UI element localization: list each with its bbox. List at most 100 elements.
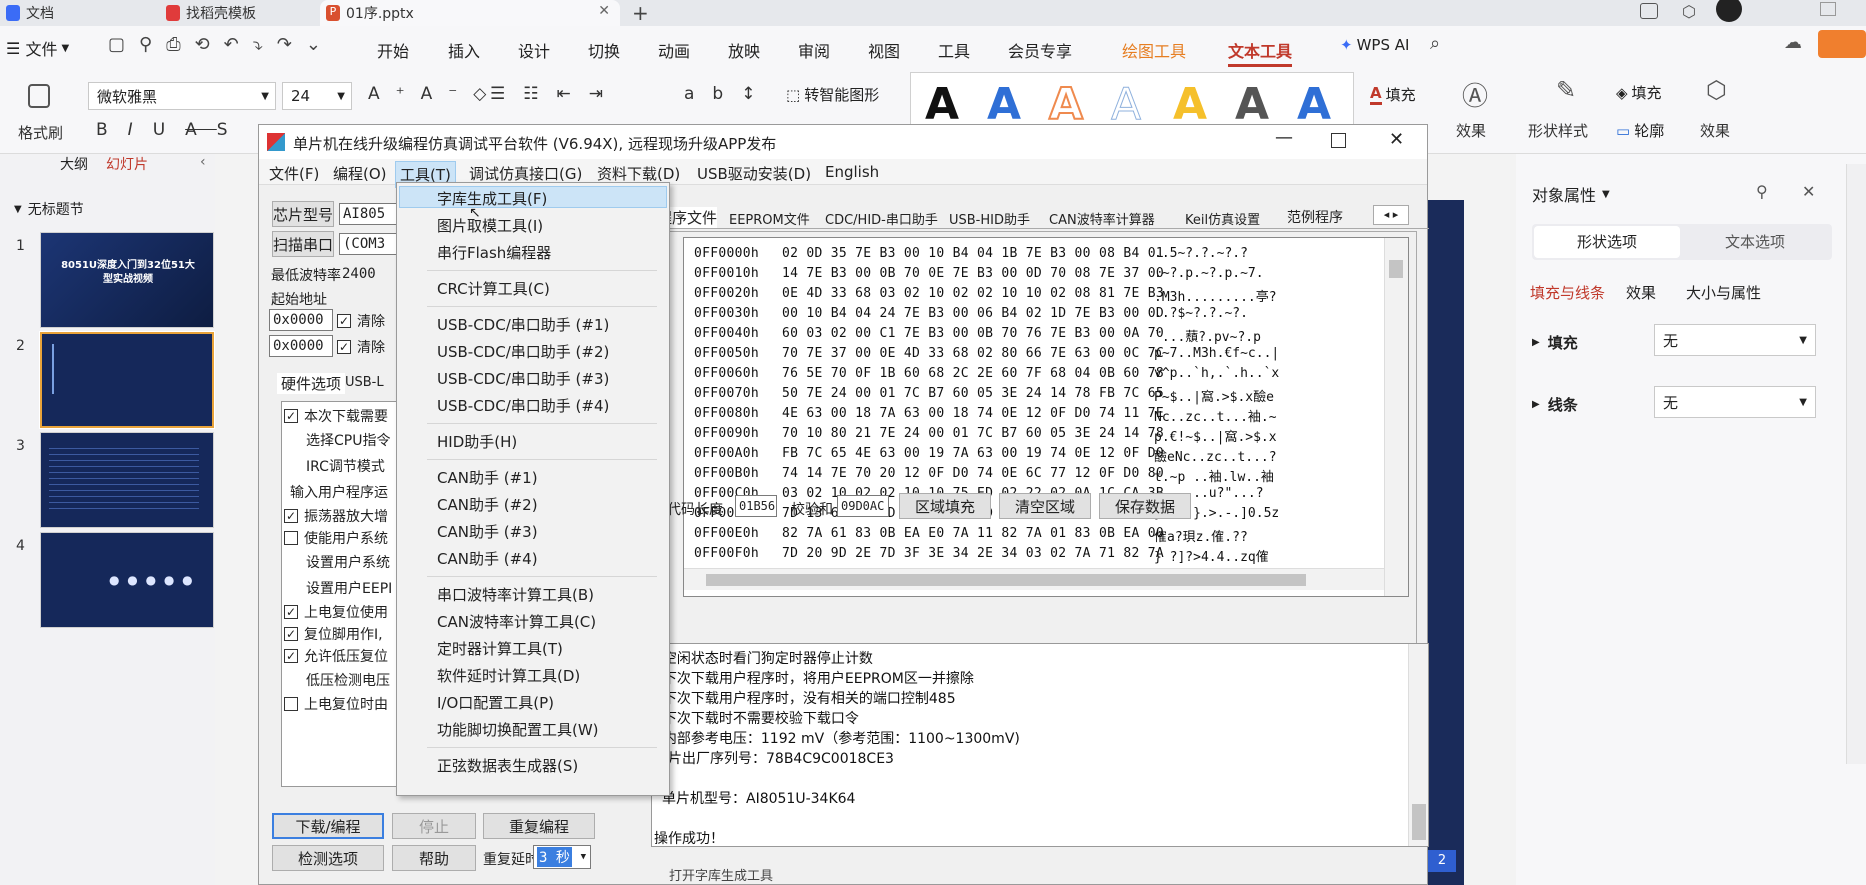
hex-row[interactable]: 0FF0040h bbox=[694, 326, 759, 341]
hex-bytes[interactable]: 60 03 02 00 C1 7E B3 00 0B 70 76 7E B3 0… bbox=[782, 326, 1164, 341]
port-field[interactable]: (COM3 bbox=[339, 233, 399, 255]
hex-bytes[interactable]: 02 0D 35 7E B3 00 10 B4 04 1B 7E B3 00 0… bbox=[782, 246, 1164, 261]
scroll-thumb[interactable] bbox=[706, 574, 1306, 586]
text-fill-button[interactable]: A 填充 bbox=[1370, 84, 1416, 105]
side-toolbar[interactable] bbox=[1846, 164, 1866, 764]
hex-ascii[interactable]: `...蘈?.pv~?.p bbox=[1154, 326, 1261, 345]
hex-row[interactable]: 0FF00E0h bbox=[694, 526, 759, 541]
option-row[interactable]: ✓ 复位脚用作I, bbox=[284, 624, 383, 644]
art-style-light-outline[interactable]: A bbox=[1110, 79, 1141, 131]
hex-row[interactable]: 0FF0090h bbox=[694, 426, 759, 441]
tab-scroll-arrows[interactable]: ◂ ▸ bbox=[1373, 205, 1409, 225]
menu-drawing-tools[interactable]: 绘图工具 bbox=[1122, 38, 1186, 62]
option-row[interactable]: ✓ 允许低压复位 bbox=[284, 646, 388, 666]
share-button[interactable] bbox=[1818, 30, 1866, 58]
hex-ascii[interactable]: .~?.p.~?.p.~7. bbox=[1154, 266, 1264, 281]
tab-examples[interactable]: 范例程序 bbox=[1287, 207, 1343, 227]
checkbox-icon[interactable]: ✓ bbox=[284, 627, 298, 641]
minimize-icon[interactable]: — bbox=[1275, 127, 1293, 148]
new-tab-icon[interactable]: + bbox=[632, 1, 649, 25]
chip-model-button[interactable]: 芯片型号 bbox=[272, 201, 334, 227]
app-menu-usb-driver[interactable]: USB驱动安装(D) bbox=[697, 163, 811, 184]
art-style-blue[interactable]: A bbox=[987, 79, 1021, 130]
text-direction-icons[interactable]: ab↕ bbox=[684, 84, 773, 104]
tab-cdc-hid-serial[interactable]: CDC/HID-串口助手 bbox=[825, 209, 938, 228]
font-name-select[interactable]: 微软雅黑 ▼ bbox=[88, 82, 276, 110]
shape-effect-icon[interactable]: ⬡ bbox=[1706, 76, 1727, 104]
hex-bytes[interactable]: 74 14 7E 70 20 12 0F D0 74 0E 6C 77 12 0… bbox=[782, 466, 1164, 481]
app-menu-debug[interactable]: 调试仿真接口(G) bbox=[469, 163, 582, 184]
tab-can-baud[interactable]: CAN波特率计算器 bbox=[1049, 209, 1155, 228]
subtab-effect[interactable]: 效果 bbox=[1626, 282, 1656, 303]
hex-bytes[interactable]: 70 10 80 21 7E 24 00 01 7C B7 60 05 3E 2… bbox=[782, 426, 1164, 441]
restore-icon[interactable] bbox=[1820, 2, 1836, 16]
list-icons[interactable]: ☰☷⇤⇥ bbox=[490, 84, 621, 104]
slide-thumb-2[interactable] bbox=[39, 331, 215, 429]
collapse-pane-icon[interactable]: ‹ bbox=[200, 154, 206, 170]
menu-design[interactable]: 设计 bbox=[518, 38, 550, 62]
tab-slides[interactable]: 幻灯片 bbox=[106, 154, 148, 174]
hex-row[interactable]: 0FF0000h bbox=[694, 246, 759, 261]
hex-bytes[interactable]: FB 7C 65 4E 63 00 19 7A 63 00 19 74 0E 1… bbox=[782, 446, 1164, 461]
option-row[interactable]: ✓ 振荡器放大增 bbox=[284, 506, 388, 526]
tools-menu-item[interactable]: CAN助手 (#3) bbox=[437, 521, 538, 542]
option-row[interactable]: 低压检测电压 bbox=[306, 670, 390, 690]
tools-menu-item[interactable]: 定时器计算工具(T) bbox=[437, 638, 563, 659]
tools-menu-item[interactable]: CRC计算工具(C) bbox=[437, 278, 550, 299]
art-style-orange-outline[interactable]: A bbox=[1048, 78, 1084, 131]
hex-viewer[interactable]: 0FF0000h 02 0D 35 7E B3 00 10 B4 04 1B 7E… bbox=[683, 237, 1409, 597]
option-row[interactable]: IRC调节模式 bbox=[306, 456, 385, 476]
hex-row[interactable]: 0FF0080h bbox=[694, 406, 759, 421]
shape-style-label[interactable]: 形状样式 bbox=[1528, 120, 1588, 141]
hex-bytes[interactable]: 50 7E 24 00 01 7C B7 60 05 3E 24 14 78 F… bbox=[782, 386, 1164, 401]
clear-checkbox-2[interactable]: ✓ 清除 bbox=[337, 337, 385, 357]
hex-row[interactable]: 0FF00F0h bbox=[694, 546, 759, 561]
hex-bytes[interactable]: 76 5E 70 0F 1B 60 68 2C 2E 60 7F 68 04 0… bbox=[782, 366, 1164, 381]
tools-menu-item[interactable]: 串行Flash编程器 bbox=[437, 242, 551, 263]
hex-row[interactable]: 0FF0010h bbox=[694, 266, 759, 281]
hex-row[interactable]: 0FF00A0h bbox=[694, 446, 759, 461]
hex-ascii[interactable]: Nc..zc..t...袖.~ bbox=[1154, 406, 1277, 425]
stop-button[interactable]: 停止 bbox=[392, 813, 476, 839]
clear-area-button[interactable]: 清空区域 bbox=[999, 493, 1091, 519]
hex-ascii[interactable]: t.~p ..袖.lw..袖 bbox=[1154, 466, 1274, 485]
start-address-field-1[interactable]: 0x0000 bbox=[269, 309, 333, 331]
option-row[interactable]: 选择CPU指令 bbox=[306, 430, 390, 450]
menu-start[interactable]: 开始 bbox=[377, 38, 409, 62]
option-row[interactable]: ✓ 上电复位使用 bbox=[284, 602, 388, 622]
tools-menu-item[interactable]: CAN助手 (#4) bbox=[437, 548, 538, 569]
tools-menu-item[interactable]: I/O口配置工具(P) bbox=[437, 692, 554, 713]
option-row[interactable]: 使能用户系统 bbox=[284, 528, 388, 548]
hex-row[interactable]: 0FF0050h bbox=[694, 346, 759, 361]
font-style-icons[interactable]: BIUAS bbox=[96, 120, 248, 140]
hex-bytes[interactable]: 82 7A 61 83 0B EA E0 7A 11 82 7A 01 83 0… bbox=[782, 526, 1164, 541]
tab-pptx[interactable]: P 01序.pptx ✕ bbox=[320, 0, 620, 26]
slide-thumb-1[interactable]: 8051U深度入门到32位51大型实战视频 bbox=[40, 232, 214, 328]
repeat-delay-select[interactable]: 3 秒 ▼ bbox=[533, 845, 591, 869]
checkbox-icon[interactable]: ✓ bbox=[284, 649, 298, 663]
maximize-icon[interactable] bbox=[1331, 133, 1346, 148]
checkbox-icon[interactable]: ✓ bbox=[284, 509, 298, 523]
tools-menu-item[interactable]: 正弦数据表生成器(S) bbox=[437, 755, 578, 776]
font-size-select[interactable]: 24 ▼ bbox=[282, 82, 352, 110]
wps-ai-button[interactable]: ✦ WPS AI bbox=[1340, 36, 1409, 54]
tab-eeprom-file[interactable]: EEPROM文件 bbox=[729, 209, 810, 228]
hex-row[interactable]: 0FF00B0h bbox=[694, 466, 759, 481]
tab-shape-options[interactable]: 形状选项 bbox=[1534, 226, 1680, 258]
pin-icon[interactable]: ⚲ bbox=[1756, 182, 1768, 201]
fill-area-button[interactable]: 区域填充 bbox=[899, 493, 991, 519]
quick-access-icons[interactable]: ▢⚲⎙⟲↶⤵↷⌄ bbox=[108, 34, 335, 55]
tools-menu-item[interactable]: HID助手(H) bbox=[437, 431, 517, 452]
shape-fill-button[interactable]: ◈ 填充 bbox=[1616, 82, 1662, 103]
hex-ascii[interactable]: ..?$~?.?.~?. bbox=[1154, 306, 1248, 321]
tab-docs[interactable]: 文档 bbox=[0, 0, 130, 26]
tools-menu-item[interactable]: 字库生成工具(F) bbox=[437, 188, 547, 209]
close-icon[interactable]: ✕ bbox=[598, 3, 610, 19]
close-icon[interactable]: ✕ bbox=[1389, 129, 1404, 150]
scroll-thumb[interactable] bbox=[1412, 804, 1426, 840]
art-style-yellow[interactable]: A bbox=[1173, 79, 1207, 130]
checkbox-icon[interactable] bbox=[284, 531, 298, 545]
file-menu[interactable]: ☰ 文件 ▼ bbox=[6, 36, 69, 60]
hex-ascii[interactable]: .M3h.........亭? bbox=[1154, 286, 1277, 305]
hex-bytes[interactable]: 70 7E 37 00 0E 4D 33 68 02 80 66 7E 63 0… bbox=[782, 346, 1164, 361]
